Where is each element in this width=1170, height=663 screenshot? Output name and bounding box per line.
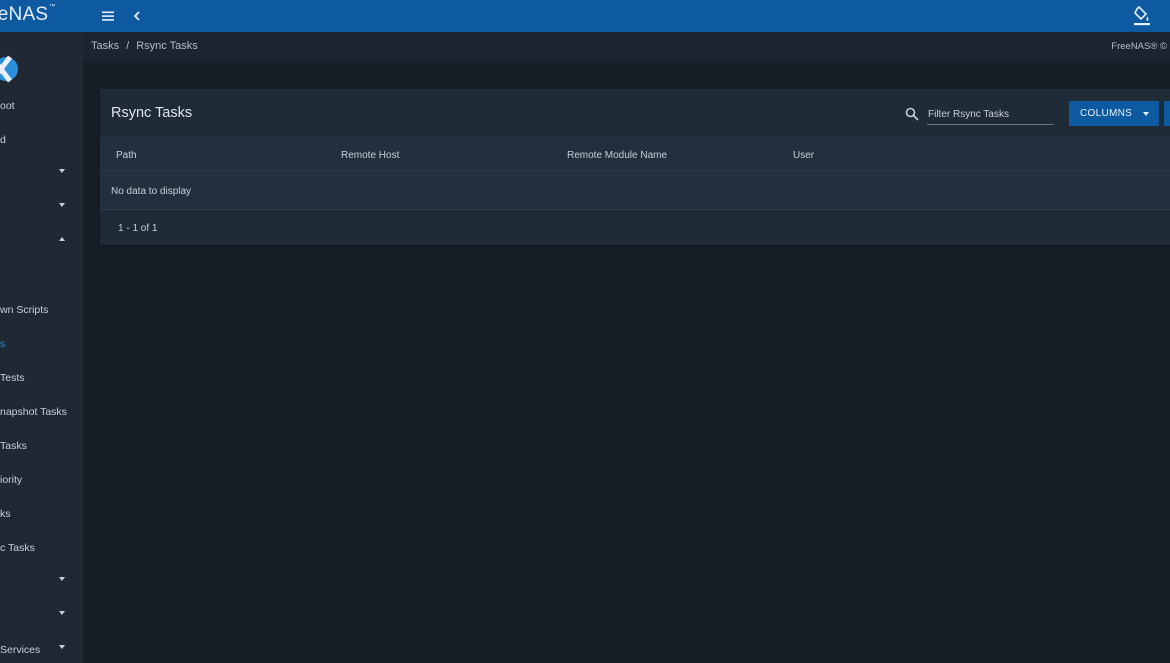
columns-button-label: COLUMNS	[1080, 108, 1133, 119]
sidebar-item[interactable]: wn Scripts	[0, 294, 83, 326]
sidebar-item[interactable]	[0, 192, 83, 224]
breadcrumb-bar: Tasks / Rsync Tasks FreeNAS® ©	[83, 32, 1170, 61]
sidebar-item-label: oot	[0, 100, 15, 112]
sidebar-item-label: ks	[0, 508, 11, 520]
sidebar-item[interactable]	[0, 566, 83, 598]
search-icon	[905, 107, 919, 121]
chevron-down-icon	[59, 645, 65, 649]
menu-icon[interactable]	[99, 7, 117, 25]
sidebar-item[interactable]: oot	[0, 90, 83, 122]
chevron-down-icon	[59, 203, 65, 207]
top-bar: eeNAS™	[0, 0, 1170, 32]
brand-name: eeNAS™	[0, 4, 56, 25]
sidebar: oot d wn Scripts s Tests napshot Tasks Tasks io…	[0, 32, 83, 663]
sidebar-item-label: iority	[0, 474, 23, 486]
brand-logo[interactable]: eeNAS™	[0, 0, 83, 32]
chevron-up-icon	[59, 237, 65, 241]
sidebar-item[interactable]: iority	[0, 464, 83, 496]
sidebar-item[interactable]	[0, 260, 83, 292]
sidebar-item[interactable]: ks	[0, 498, 83, 530]
breadcrumb-current: Rsync Tasks	[136, 40, 198, 52]
sidebar-item[interactable]: Tasks	[0, 430, 83, 462]
sidebar-item-label: s	[0, 338, 6, 350]
table-empty-row: No data to display	[100, 171, 1170, 210]
freenas-logo-icon	[0, 52, 20, 86]
columns-button[interactable]: COLUMNS	[1069, 101, 1159, 126]
breadcrumb-tasks-link[interactable]: Tasks	[91, 40, 119, 52]
rsync-tasks-card: Rsync Tasks COLUMNS Path Remote Host Rem…	[100, 89, 1170, 245]
sidebar-item[interactable]	[0, 158, 83, 190]
sidebar-item-label: d	[0, 134, 6, 146]
sidebar-item[interactable]: c Tasks	[0, 532, 83, 564]
sidebar-item[interactable]: s	[0, 328, 83, 360]
chevron-down-icon	[59, 577, 65, 581]
breadcrumb: Tasks / Rsync Tasks	[91, 40, 198, 52]
column-header-remote-host[interactable]: Remote Host	[341, 150, 399, 161]
card-header: Rsync Tasks COLUMNS	[100, 89, 1170, 137]
chevron-down-icon	[59, 611, 65, 615]
chevron-left-icon[interactable]	[129, 7, 145, 25]
sidebar-item-label: wn Scripts	[0, 304, 49, 316]
sidebar-item[interactable]	[0, 600, 83, 632]
chevron-down-icon	[59, 169, 65, 173]
filter-input[interactable]	[927, 105, 1054, 125]
sidebar-item-label: napshot Tasks	[0, 406, 67, 418]
table-footer: 1 - 1 of 1	[100, 210, 1170, 245]
copyright-text: FreeNAS® ©	[1111, 41, 1167, 52]
empty-message: No data to display	[111, 186, 192, 197]
column-header-user[interactable]: User	[793, 150, 814, 161]
sidebar-item[interactable]: napshot Tasks	[0, 396, 83, 428]
sidebar-item-label: c Tasks	[0, 542, 35, 554]
paint-bucket-icon[interactable]	[1131, 5, 1153, 27]
breadcrumb-separator: /	[126, 40, 130, 52]
sidebar-item[interactable]	[0, 226, 83, 258]
column-header-remote-module-name[interactable]: Remote Module Name	[567, 150, 667, 161]
column-header-path[interactable]: Path	[116, 150, 137, 161]
add-button[interactable]	[1164, 101, 1170, 126]
sidebar-item-label: Services	[0, 644, 41, 656]
sidebar-item[interactable]: Tests	[0, 362, 83, 394]
card-title: Rsync Tasks	[111, 105, 193, 121]
sidebar-item-label: Tasks	[0, 440, 27, 452]
pagination-info: 1 - 1 of 1	[118, 223, 158, 234]
sidebar-item[interactable]: Services	[0, 634, 83, 663]
sidebar-item[interactable]: d	[0, 124, 83, 156]
table-header: Path Remote Host Remote Module Name User	[100, 137, 1170, 171]
sidebar-item-label: Tests	[0, 372, 25, 384]
chevron-down-icon	[1143, 112, 1149, 116]
